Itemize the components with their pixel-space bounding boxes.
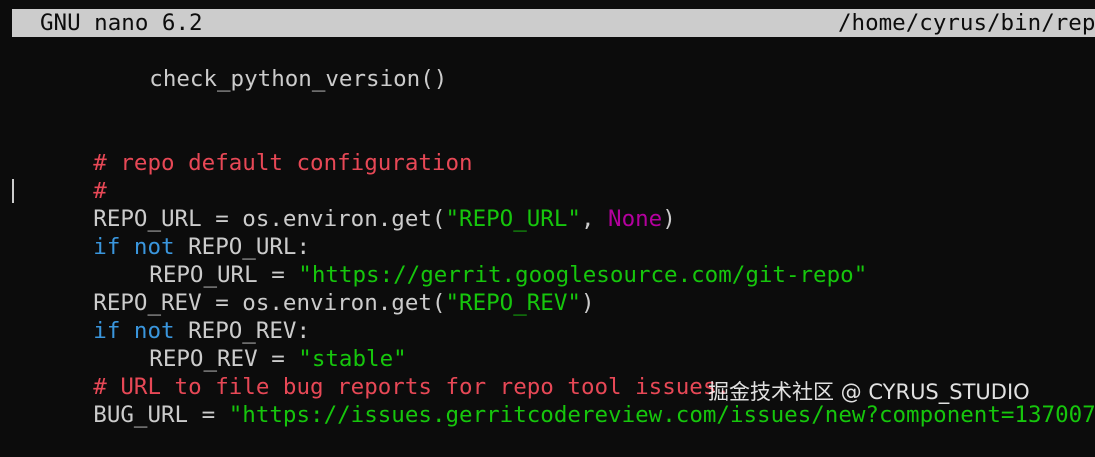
file-path: /home/cyrus/bin/rep xyxy=(838,10,1095,36)
code-line: if not REPO_URL: xyxy=(12,205,1095,260)
code-line: REPO_URL = "https://gerrit.googlesource.… xyxy=(12,233,1095,288)
editor-name: GNU nano 6.2 xyxy=(40,10,203,36)
code-line-cursor: REPO_URL = os.environ.get("REPO_URL", No… xyxy=(12,177,1095,232)
watermark: 掘金技术社区 @ CYRUS_STUDIO xyxy=(708,380,1030,404)
code-line: # xyxy=(12,149,1095,204)
terminal-window: GNU nano 6.2 /home/cyrus/bin/rep check_p… xyxy=(0,0,1095,428)
code-line: # URL to file bug reports for repo tool … xyxy=(12,345,1095,400)
code-line: REPO_REV = "stable" xyxy=(12,317,1095,372)
nano-title-bar: GNU nano 6.2 /home/cyrus/bin/rep xyxy=(12,9,1095,37)
code-line: # repo default configuration xyxy=(12,121,1095,176)
code-line: check_python_version() xyxy=(12,37,1095,92)
code-line: REPO_REV = os.environ.get("REPO_REV") xyxy=(12,261,1095,316)
text-cursor xyxy=(12,179,14,203)
code-text: BUG_URL = xyxy=(93,402,229,428)
code-line: if not REPO_REV: xyxy=(12,289,1095,344)
code-editor[interactable]: check_python_version() # repo default co… xyxy=(12,37,1095,428)
